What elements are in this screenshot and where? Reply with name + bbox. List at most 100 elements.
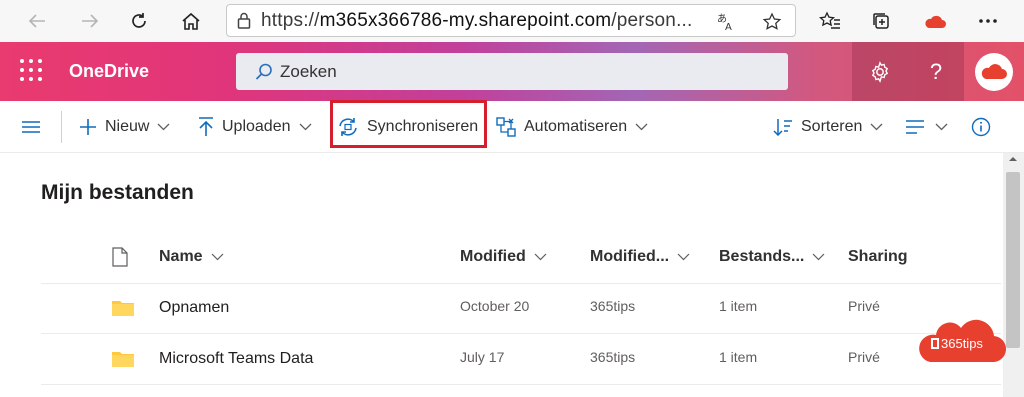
column-modified-label: Modified bbox=[460, 248, 526, 265]
more-dots-icon bbox=[979, 19, 997, 23]
svg-text:365tips: 365tips bbox=[941, 336, 983, 351]
divider bbox=[41, 283, 1001, 284]
divider bbox=[41, 333, 1001, 334]
upload-icon bbox=[198, 117, 214, 137]
row-modified-by: 365tips bbox=[590, 298, 636, 314]
column-modified-by-label: Modified... bbox=[590, 248, 670, 265]
chevron-down-icon bbox=[870, 123, 883, 131]
lock-icon bbox=[227, 12, 261, 29]
page-title: Mijn bestanden bbox=[41, 181, 194, 204]
help-button[interactable]: ? bbox=[908, 42, 964, 101]
chevron-down-icon bbox=[677, 253, 690, 261]
chevron-down-icon bbox=[812, 253, 825, 261]
new-label: Nieuw bbox=[105, 118, 150, 135]
column-header-sharing[interactable]: Sharing bbox=[848, 248, 908, 266]
divider bbox=[61, 111, 62, 143]
collections-button[interactable] bbox=[866, 7, 896, 35]
settings-button[interactable] bbox=[852, 42, 908, 101]
gear-icon bbox=[871, 60, 889, 83]
favorites-list-icon bbox=[819, 11, 840, 29]
translate-icon[interactable]: あA bbox=[714, 11, 738, 33]
column-header-modified[interactable]: Modified bbox=[460, 248, 547, 266]
row-modified: July 17 bbox=[460, 349, 505, 365]
chevron-down-icon bbox=[299, 123, 312, 131]
folder-icon bbox=[112, 352, 134, 367]
row-size: 1 item bbox=[719, 349, 758, 365]
chevron-down-icon bbox=[211, 253, 224, 261]
scrollbar-thumb[interactable] bbox=[1006, 172, 1020, 348]
search-placeholder: Zoeken bbox=[280, 61, 337, 81]
app-launcher-waffle-icon[interactable] bbox=[20, 59, 44, 83]
column-name-label: Name bbox=[159, 248, 203, 265]
cloud-icon bbox=[925, 15, 946, 28]
sync-icon bbox=[337, 117, 359, 137]
divider bbox=[41, 384, 1001, 385]
help-label: ? bbox=[929, 58, 943, 84]
row-modified: October 20 bbox=[460, 298, 530, 314]
upload-label: Uploaden bbox=[222, 118, 291, 135]
collections-icon bbox=[873, 13, 889, 29]
view-options-button[interactable] bbox=[905, 101, 948, 153]
search-icon bbox=[236, 62, 280, 82]
url-text: https://m365x366786-my.sharepoint.com/pe… bbox=[261, 10, 701, 32]
app-title[interactable]: OneDrive bbox=[69, 61, 149, 82]
arrow-right-icon bbox=[82, 14, 99, 28]
column-header-modified-by[interactable]: Modified... bbox=[590, 248, 690, 266]
watermark-logo: 365tips bbox=[918, 312, 1007, 364]
chevron-down-icon bbox=[534, 253, 547, 261]
folder-icon bbox=[112, 301, 134, 316]
automate-button[interactable]: Automatiseren bbox=[496, 101, 648, 153]
account-cloud-icon bbox=[981, 64, 1007, 79]
suite-header: OneDrive Zoeken ? bbox=[0, 42, 1024, 101]
column-header-name[interactable]: Name bbox=[159, 248, 224, 266]
refresh-icon bbox=[132, 13, 146, 28]
file-type-icon bbox=[111, 247, 129, 272]
search-box[interactable]: Zoeken bbox=[236, 53, 788, 90]
url-host: m365x366786-my.sharepoint.com bbox=[319, 9, 612, 31]
scroll-up-icon[interactable] bbox=[1006, 156, 1020, 168]
new-button[interactable]: Nieuw bbox=[79, 101, 170, 153]
forward-button[interactable] bbox=[75, 7, 105, 35]
automate-label: Automatiseren bbox=[524, 118, 628, 135]
avatar[interactable] bbox=[975, 53, 1013, 91]
svg-text:A: A bbox=[725, 22, 732, 32]
refresh-button[interactable] bbox=[124, 7, 154, 35]
back-button[interactable] bbox=[22, 7, 52, 35]
browser-toolbar: https://m365x366786-my.sharepoint.com/pe… bbox=[0, 0, 1024, 42]
row-sharing: Privé bbox=[848, 298, 880, 314]
sort-label: Sorteren bbox=[801, 118, 863, 135]
command-bar: Nieuw Uploaden Synchroniseren Automatise… bbox=[0, 101, 1024, 153]
url-path: /person... bbox=[611, 9, 693, 31]
favorite-star-icon[interactable] bbox=[760, 11, 784, 33]
sync-button[interactable]: Synchroniseren bbox=[337, 101, 478, 153]
info-button[interactable] bbox=[971, 101, 991, 153]
office-extension-button[interactable] bbox=[920, 7, 950, 35]
more-button[interactable] bbox=[973, 7, 1003, 35]
home-button[interactable] bbox=[176, 7, 206, 35]
column-sharing-label: Sharing bbox=[848, 248, 908, 265]
info-icon bbox=[971, 117, 991, 137]
row-size: 1 item bbox=[719, 298, 758, 314]
chevron-down-icon bbox=[157, 123, 170, 131]
address-bar[interactable]: https://m365x366786-my.sharepoint.com/pe… bbox=[226, 4, 796, 37]
favorites-button[interactable] bbox=[815, 7, 845, 35]
chevron-down-icon bbox=[935, 123, 948, 131]
row-sharing: Privé bbox=[848, 349, 880, 365]
row-modified-by: 365tips bbox=[590, 349, 636, 365]
url-prefix: https:// bbox=[261, 9, 320, 31]
sync-label: Synchroniseren bbox=[367, 118, 479, 135]
sort-button[interactable]: Sorteren bbox=[773, 101, 883, 153]
sort-icon bbox=[773, 118, 793, 136]
flow-icon bbox=[496, 117, 516, 137]
nav-toggle-button[interactable] bbox=[21, 101, 41, 153]
home-icon bbox=[182, 12, 200, 30]
hamburger-icon bbox=[22, 121, 40, 133]
list-view-icon bbox=[905, 120, 925, 134]
plus-icon bbox=[79, 118, 97, 136]
upload-button[interactable]: Uploaden bbox=[198, 101, 312, 153]
row-name[interactable]: Opnamen bbox=[159, 299, 229, 317]
column-header-size[interactable]: Bestands... bbox=[719, 248, 825, 266]
chevron-down-icon bbox=[635, 123, 648, 131]
column-size-label: Bestands... bbox=[719, 248, 805, 265]
row-name[interactable]: Microsoft Teams Data bbox=[159, 350, 313, 368]
